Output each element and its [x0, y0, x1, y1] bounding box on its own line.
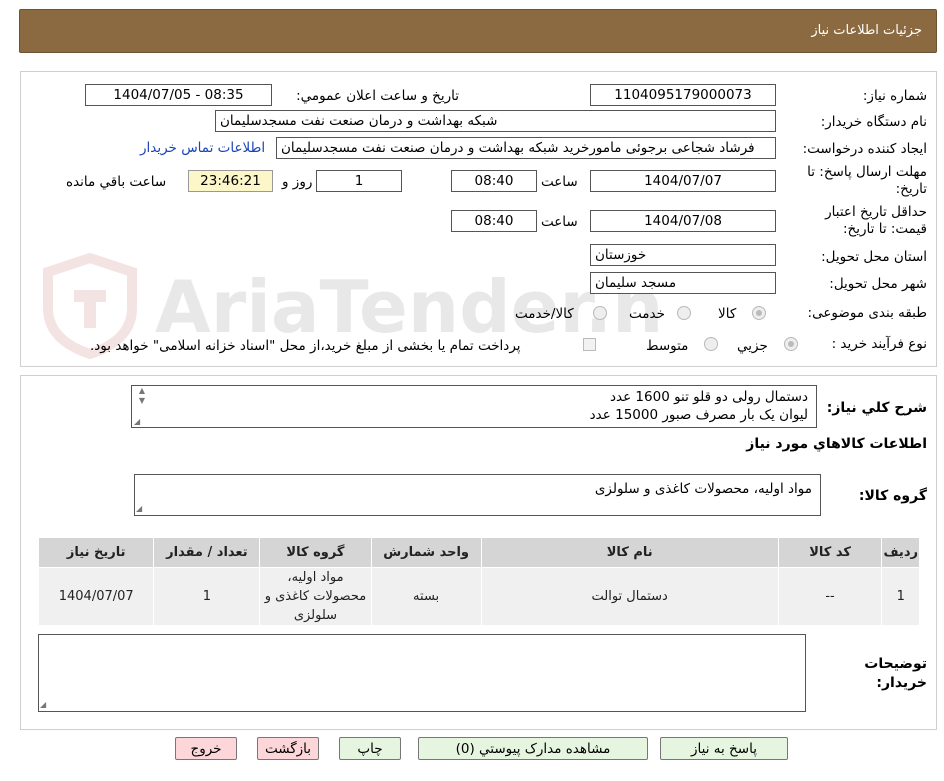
cell-need-date: 1404/07/07	[37, 567, 155, 626]
col-need-date: تاریخ نیاز	[37, 537, 155, 568]
need-number-field: 1104095179000073	[590, 84, 776, 106]
summary-resize-handle[interactable]: ◢	[134, 418, 142, 426]
col-goods-name: نام کالا	[480, 537, 779, 568]
category-service-label: خدمت	[629, 306, 665, 322]
print-button[interactable]: چاپ	[339, 737, 401, 760]
deadline-time-label: ساعت	[541, 174, 578, 190]
goods-table-header: تاریخ نیاز تعداد / مقدار گروه کالا واحد …	[37, 537, 920, 568]
summary-label: شرح كلي نياز:	[826, 400, 927, 416]
col-goods-group: گروه کالا	[259, 537, 372, 568]
remaining-time-field: 23:46:21	[188, 170, 273, 192]
cell-goods-group: مواد اولیه، محصولات کاغذی و سلولزی	[259, 567, 372, 626]
process-minor-label: جزیي	[737, 338, 768, 354]
city-label: شهر محل تحویل:	[829, 276, 927, 292]
category-label: طبقه بندی موضوعی:	[807, 305, 927, 321]
summary-textarea[interactable]: دستمال رولی دو قلو تنو 1600 عدد لیوان یک…	[131, 385, 817, 428]
days-field: 1	[316, 170, 402, 192]
page-title: جزئیات اطلاعات نیاز	[811, 23, 922, 38]
deadline-label: مهلت ارسال پاسخ: تا تاریخ:	[807, 164, 927, 197]
summary-line-1: دستمال رولی دو قلو تنو 1600 عدد	[609, 389, 808, 405]
cell-unit: بسته	[370, 567, 482, 626]
category-goods-radio[interactable]	[752, 306, 766, 320]
announce-label: تاریخ و ساعت اعلان عمومي:	[296, 88, 459, 104]
process-label: نوع فرآیند خرید :	[831, 336, 927, 352]
reply-button[interactable]: پاسخ به نیاز	[660, 737, 788, 760]
deadline-time-field: 08:40	[451, 170, 537, 192]
process-medium-radio[interactable]	[704, 337, 718, 351]
announce-field: 1404/07/05 - 08:35	[85, 84, 272, 106]
goods-table: تاریخ نیاز تعداد / مقدار گروه کالا واحد …	[37, 537, 920, 626]
requester-field: فرشاد شجاعی برجوئی مامورخرید شبکه بهداشت…	[276, 137, 776, 159]
category-both-label: کالا/خدمت	[515, 306, 574, 322]
province-field: خوزستان	[590, 244, 776, 266]
buyer-notes-label: توضیحات خریدار:	[864, 656, 927, 691]
goods-group-textarea[interactable]: مواد اولیه، محصولات کاغذی و سلولزی	[134, 474, 821, 516]
goods-info-title: اطلاعات كالاهاي مورد نياز	[746, 436, 927, 452]
cell-goods-name: دستمال توالت	[480, 567, 779, 626]
page-header: جزئیات اطلاعات نیاز	[19, 9, 937, 53]
validity-label: حداقل تاریخ اعتبار قیمت: تا تاریخ:	[825, 204, 927, 237]
validity-time-label: ساعت	[541, 214, 578, 230]
cell-quantity: 1	[153, 567, 261, 626]
need-number-label: شماره نیاز:	[862, 88, 927, 104]
process-minor-radio[interactable]	[784, 337, 798, 351]
payment-note: پرداخت تمام یا بخشی از مبلغ خرید،از محل …	[90, 338, 521, 354]
buyer-notes-resize-handle[interactable]: ◢	[40, 701, 48, 709]
validity-time-field: 08:40	[451, 210, 537, 232]
cell-row: 1	[881, 567, 920, 626]
table-row: 1404/07/07 1 مواد اولیه، محصولات کاغذی و…	[37, 567, 920, 626]
city-field: مسجد سلیمان	[590, 272, 776, 294]
buyer-org-field: شبکه بهداشت و درمان صنعت نفت مسجدسلیمان	[215, 110, 776, 132]
process-medium-label: متوسط	[646, 338, 689, 354]
col-quantity: تعداد / مقدار	[153, 537, 261, 568]
category-both-radio[interactable]	[593, 306, 607, 320]
deadline-date-field: 1404/07/07	[590, 170, 776, 192]
treasury-checkbox[interactable]	[583, 338, 596, 351]
exit-button[interactable]: خروج	[175, 737, 237, 760]
province-label: استان محل تحویل:	[821, 249, 927, 265]
col-row: ردیف	[881, 537, 920, 568]
view-attachments-button[interactable]: مشاهده مدارک پیوستي (0)	[418, 737, 648, 760]
days-label: روز و	[282, 174, 313, 190]
requester-label: ایجاد کننده درخواست:	[802, 141, 927, 157]
back-button[interactable]: بازگشت	[257, 737, 319, 760]
buyer-org-label: نام دستگاه خریدار:	[820, 114, 927, 130]
remaining-label: ساعت باقي مانده	[66, 174, 167, 190]
category-goods-label: کالا	[718, 306, 737, 322]
validity-date-field: 1404/07/08	[590, 210, 776, 232]
buyer-contact-link[interactable]: اطلاعات تماس خریدار	[140, 140, 265, 156]
summary-line-2: لیوان یک بار مصرف صبور 15000 عدد	[589, 407, 808, 423]
cell-goods-code: --	[777, 567, 883, 626]
goods-group-label: گروه كالا:	[858, 488, 927, 504]
goods-group-resize-handle[interactable]: ◢	[136, 505, 144, 513]
col-unit: واحد شمارش	[370, 537, 482, 568]
buyer-notes-textarea[interactable]	[38, 634, 806, 712]
col-goods-code: کد کالا	[777, 537, 883, 568]
category-service-radio[interactable]	[677, 306, 691, 320]
